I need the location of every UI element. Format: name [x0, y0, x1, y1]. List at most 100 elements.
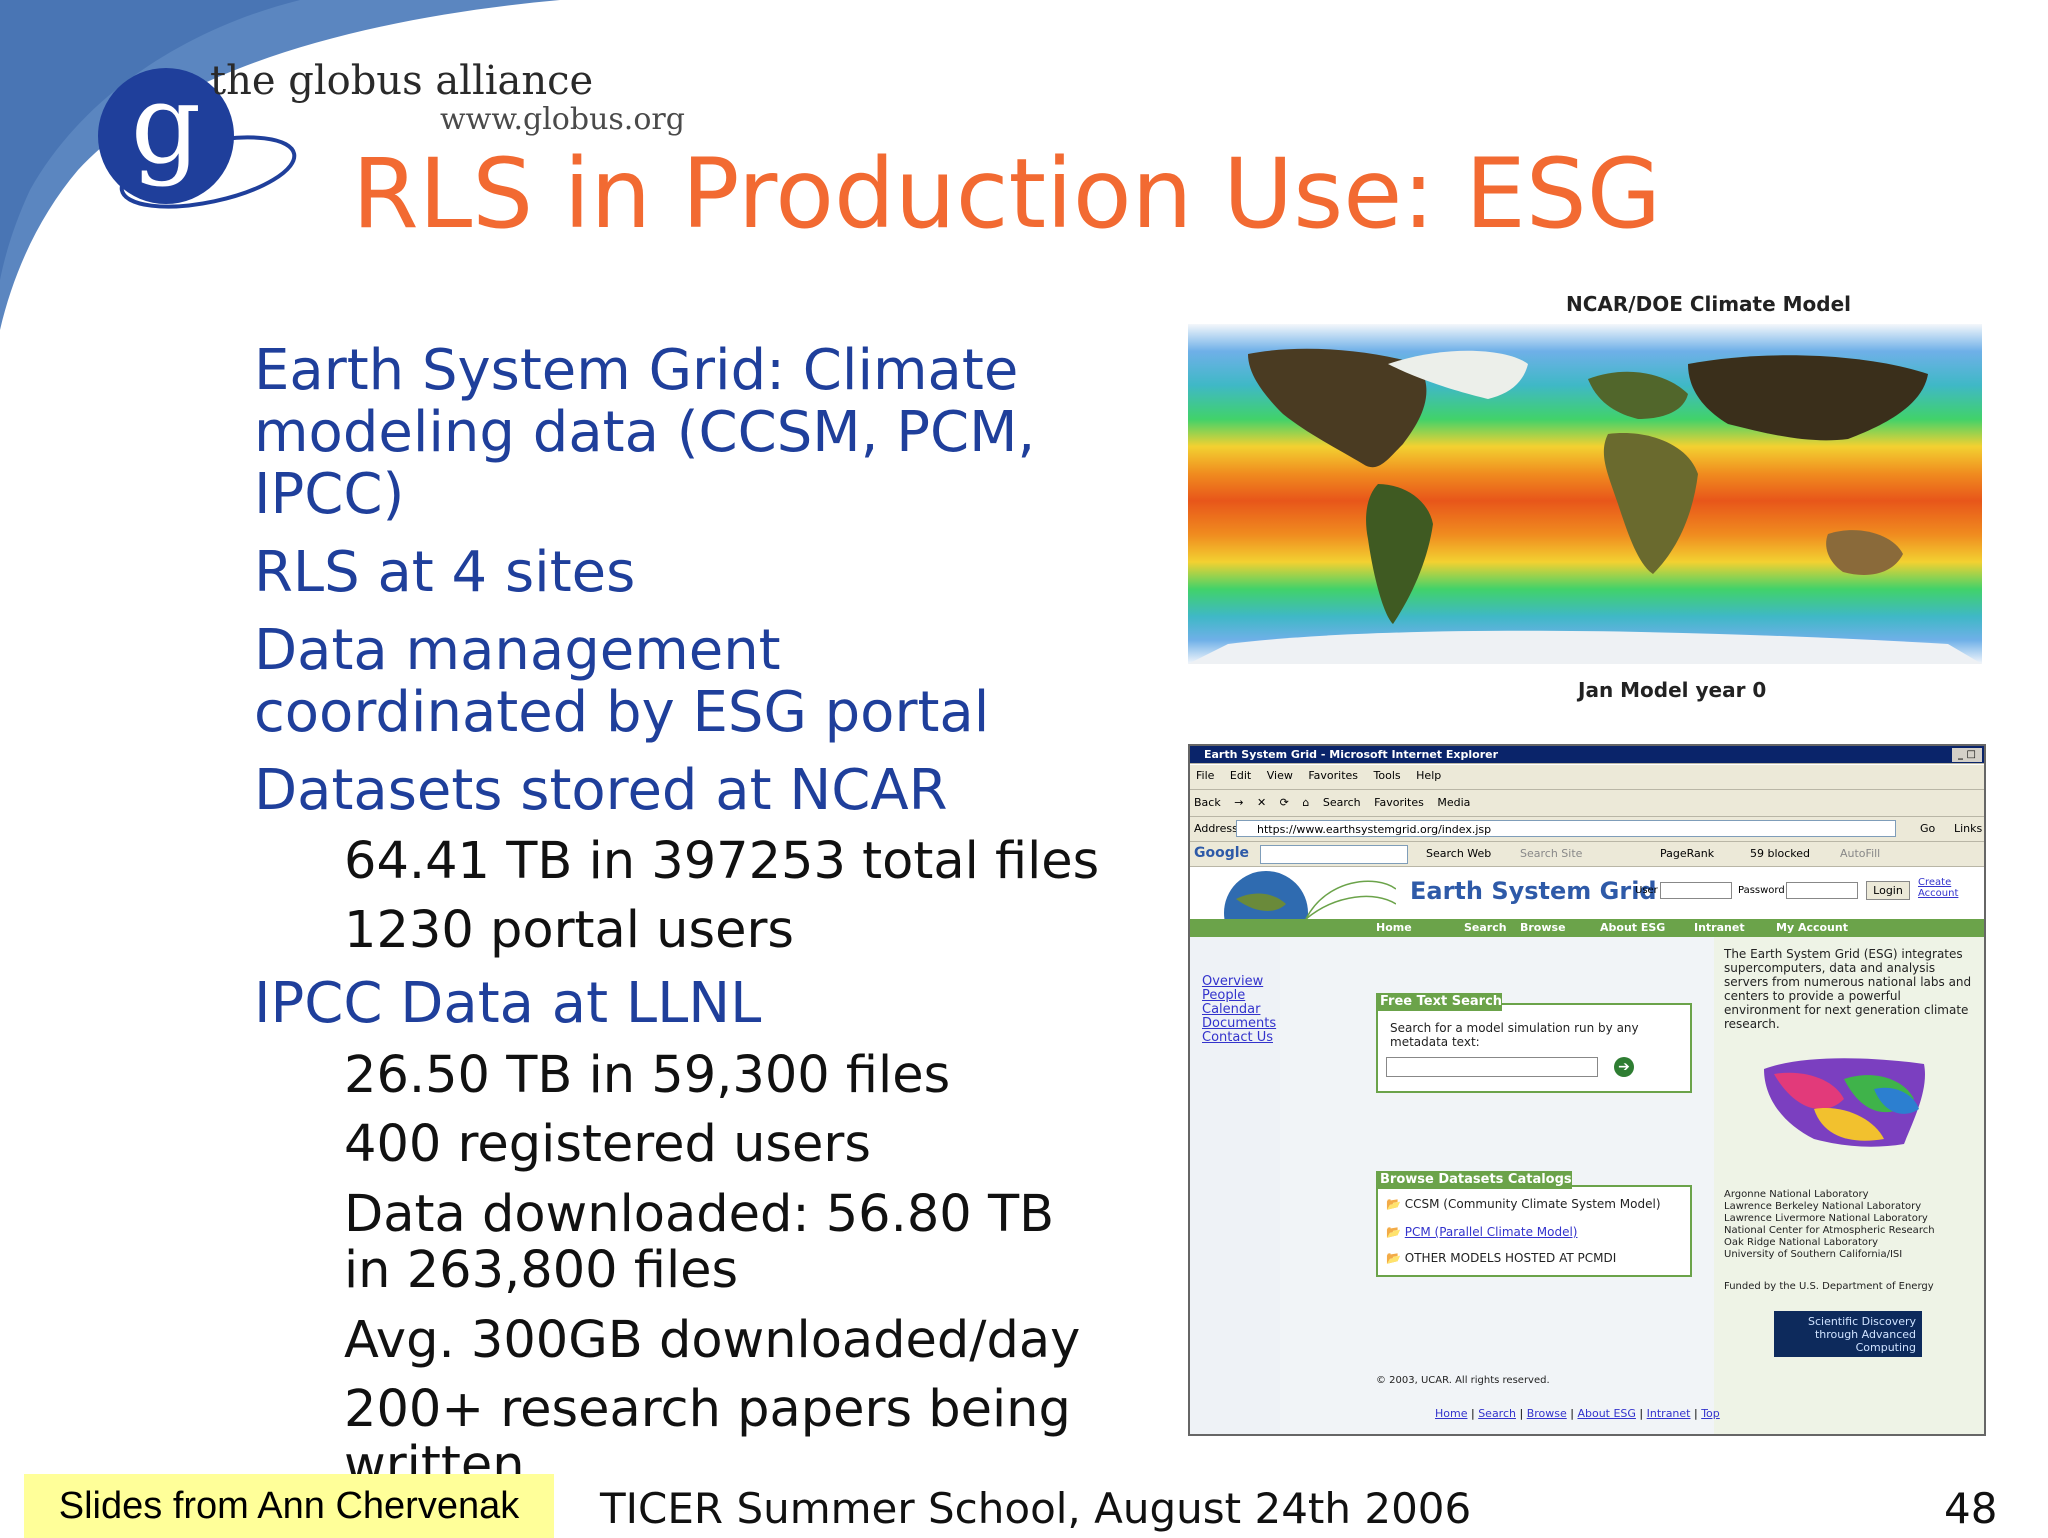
lab-item: Oak Ridge National Laboratory	[1724, 1237, 1879, 1248]
browser-menubar: File Edit View Favorites Tools Help	[1190, 765, 1984, 790]
nav-about[interactable]: About ESG	[1600, 921, 1665, 934]
browser-toolbar: Back → ✕ ⟳ ⌂ Search Favorites Media	[1190, 790, 1984, 817]
menu-file[interactable]: File	[1196, 769, 1214, 782]
autofill-button[interactable]: AutoFill	[1840, 847, 1880, 860]
scidac-logo[interactable]: Scientific Discovery through Advanced Co…	[1774, 1311, 1922, 1357]
copyright: © 2003, UCAR. All rights reserved.	[1376, 1375, 1550, 1386]
logo-url: www.globus.org	[440, 102, 685, 137]
left-links: Overview People Calendar Documents Conta…	[1190, 937, 1280, 1434]
stop-button[interactable]: ✕	[1257, 796, 1266, 809]
go-button[interactable]: Go	[1920, 822, 1935, 835]
sub-bullet-text: in 263,800 files	[344, 1241, 739, 1300]
nav-home[interactable]: Home	[1376, 921, 1412, 934]
about-column: The Earth System Grid (ESG) integrates s…	[1714, 937, 1984, 1434]
catalog-pcm[interactable]: PCM (Parallel Climate Model)	[1405, 1225, 1578, 1239]
menu-favorites[interactable]: Favorites	[1308, 769, 1358, 782]
google-search-input[interactable]	[1260, 845, 1408, 864]
bottom-link-browse[interactable]: Browse	[1527, 1407, 1567, 1420]
nav-browse[interactable]: Browse	[1520, 921, 1566, 934]
popup-blocked[interactable]: 59 blocked	[1750, 847, 1810, 860]
lab-list: Argonne National Laboratory Lawrence Ber…	[1724, 1189, 1978, 1261]
us-map-icon	[1764, 1058, 1925, 1147]
links-button[interactable]: Links	[1954, 822, 1982, 835]
bullet-text: Datasets stored at NCAR	[254, 758, 948, 823]
sub-bullet-text: 26.50 TB in 59,300 files	[344, 1046, 951, 1105]
menu-tools[interactable]: Tools	[1374, 769, 1401, 782]
link-overview[interactable]: Overview	[1202, 975, 1280, 989]
address-input[interactable]: https://www.earthsystemgrid.org/index.js…	[1236, 820, 1896, 837]
catalog-item[interactable]: 📂 OTHER MODELS HOSTED AT PCMDI	[1386, 1251, 1616, 1265]
login-button[interactable]: Login	[1866, 881, 1910, 900]
back-button[interactable]: Back	[1194, 796, 1221, 809]
sub-bullet-text: 1230 portal users	[344, 901, 794, 960]
bottom-link-top[interactable]: Top	[1701, 1407, 1720, 1420]
free-text-search-panel: Search for a model simulation run by any…	[1376, 1003, 1692, 1093]
link-calendar[interactable]: Calendar	[1202, 1003, 1280, 1017]
esg-nav-bar: Home Search Browse About ESG Intranet My…	[1190, 919, 1984, 937]
browse-head: Browse Datasets Catalogs	[1376, 1171, 1572, 1189]
funded-by: Funded by the U.S. Department of Energy	[1724, 1281, 1934, 1292]
window-controls[interactable]: _ □	[1952, 748, 1982, 762]
google-search-site[interactable]: Search Site	[1520, 847, 1582, 860]
globe-icon	[1224, 871, 1396, 919]
bullet-text: coordinated by ESG portal	[254, 680, 990, 745]
home-button[interactable]: ⌂	[1302, 796, 1309, 809]
create-account-link[interactable]: Create Account	[1918, 877, 1978, 899]
about-text: The Earth System Grid (ESG) integrates s…	[1724, 947, 1972, 1031]
bottom-links: Home | Search | Browse | About ESG | Int…	[1435, 1407, 1720, 1420]
favorites-button[interactable]: Favorites	[1374, 796, 1424, 809]
esg-header: Earth System Grid User Password Login Cr…	[1190, 867, 1984, 919]
link-contact-us[interactable]: Contact Us	[1202, 1031, 1280, 1045]
sub-bullet-text: Avg. 300GB downloaded/day	[344, 1311, 1081, 1370]
forward-button[interactable]: →	[1234, 796, 1243, 809]
logo-org-name: the globus alliance	[210, 58, 594, 104]
nav-intranet[interactable]: Intranet	[1694, 921, 1745, 934]
menu-edit[interactable]: Edit	[1230, 769, 1251, 782]
search-go-icon[interactable]: ➔	[1614, 1057, 1634, 1077]
password-input[interactable]	[1786, 882, 1858, 899]
logo-letter: g	[131, 60, 201, 188]
bullet-text: Data management	[254, 618, 781, 683]
browser-titlebar: Earth System Grid - Microsoft Internet E…	[1190, 746, 1984, 764]
password-label: Password	[1738, 885, 1785, 896]
google-logo[interactable]: Google	[1194, 845, 1249, 861]
catalog-item[interactable]: 📂 CCSM (Community Climate System Model)	[1386, 1197, 1661, 1211]
free-text-input[interactable]	[1386, 1057, 1598, 1077]
map-title: NCAR/DOE Climate Model	[1566, 292, 1852, 316]
free-text-head: Free Text Search	[1376, 993, 1503, 1011]
address-label: Address	[1194, 822, 1238, 835]
browse-catalogs-panel: 📂 CCSM (Community Climate System Model) …	[1376, 1185, 1692, 1277]
bottom-link-about[interactable]: About ESG	[1577, 1407, 1635, 1420]
slide-credit: Slides from Ann Chervenak	[24, 1474, 554, 1538]
lab-item: Lawrence Berkeley National Laboratory	[1724, 1201, 1922, 1212]
media-button[interactable]: Media	[1437, 796, 1470, 809]
catalog-ccsm[interactable]: CCSM (Community Climate System Model)	[1405, 1197, 1661, 1211]
lab-item: Argonne National Laboratory	[1724, 1189, 1869, 1200]
bottom-link-search[interactable]: Search	[1478, 1407, 1516, 1420]
link-documents[interactable]: Documents	[1202, 1017, 1280, 1031]
sub-bullet-text: Data downloaded: 56.80 TB	[344, 1185, 1055, 1244]
free-text-desc: Search for a model simulation run by any…	[1390, 1021, 1639, 1049]
catalog-item[interactable]: 📂 PCM (Parallel Climate Model)	[1386, 1225, 1577, 1239]
sea-temperature-map	[1188, 324, 1982, 664]
user-input[interactable]	[1660, 882, 1732, 899]
user-label: User	[1635, 885, 1658, 896]
menu-help[interactable]: Help	[1416, 769, 1441, 782]
bullet-text: Earth System Grid: Climate	[254, 338, 1019, 403]
map-footer: Jan Model year 0	[1578, 678, 1767, 702]
refresh-button[interactable]: ⟳	[1280, 796, 1289, 809]
sub-bullet-text: 200+ research papers being	[344, 1380, 1071, 1439]
search-button[interactable]: Search	[1323, 796, 1361, 809]
bottom-link-intranet[interactable]: Intranet	[1647, 1407, 1691, 1420]
link-people[interactable]: People	[1202, 989, 1280, 1003]
catalog-other[interactable]: OTHER MODELS HOSTED AT PCMDI	[1405, 1251, 1617, 1265]
nav-my-account[interactable]: My Account	[1776, 921, 1848, 934]
google-search-web[interactable]: Search Web	[1426, 847, 1491, 860]
bottom-link-home[interactable]: Home	[1435, 1407, 1467, 1420]
nav-search[interactable]: Search	[1464, 921, 1507, 934]
bullet-text: modeling data (CCSM, PCM,	[254, 400, 1036, 465]
bullet-text: IPCC Data at LLNL	[254, 971, 762, 1036]
menu-view[interactable]: View	[1267, 769, 1293, 782]
lab-item: National Center for Atmospheric Research	[1724, 1225, 1935, 1236]
page-number: 48	[1944, 1484, 1998, 1533]
